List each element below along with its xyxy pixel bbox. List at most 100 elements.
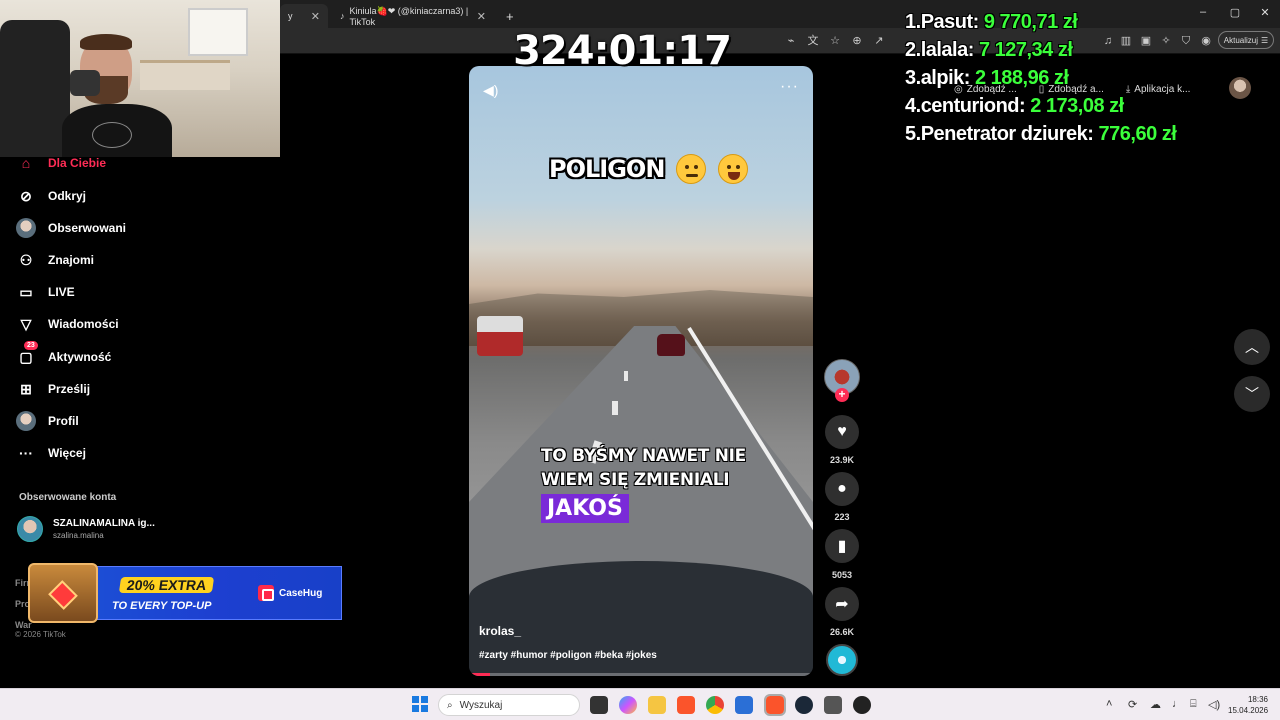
donation-leaderboard: 1.Pasut: 9 770,71 zł 2.lalala: 7 127,34 … (905, 8, 1275, 148)
donation-amount: 9 770,71 zł (983, 11, 1078, 33)
share-button[interactable]: ➦ (825, 587, 859, 621)
sidebar-item-following[interactable]: Obserwowani (16, 215, 126, 241)
store-icon[interactable] (735, 696, 753, 714)
ad-brand: CaseHug (258, 585, 322, 601)
share-icon[interactable]: ↗ (871, 33, 887, 49)
send-icon: ▽ (20, 315, 32, 332)
chevron-down-icon: ﹀ (1245, 386, 1259, 402)
translate-icon[interactable]: 文 (805, 33, 821, 49)
account-username: szalina.malina (53, 531, 104, 540)
avatar-icon (16, 218, 36, 238)
steam-icon[interactable] (795, 696, 813, 714)
webcam-overlay (0, 0, 280, 157)
screen: y ✕ ♪ Kiniula🍓❤ (@kiniaczarna3) | TikTok… (0, 0, 1280, 720)
chevron-up-icon: ︿ (1245, 339, 1259, 355)
chrome-icon[interactable] (706, 696, 724, 714)
video-hashtags[interactable]: #zarty #humor #poligon #beka #jokes (479, 650, 657, 661)
sidebar-item-explore[interactable]: ⊘ Odkryj (16, 183, 86, 209)
task-view-icon[interactable] (590, 696, 608, 714)
browser-tab-active[interactable]: y ✕ (280, 4, 328, 28)
tray-chevron-icon[interactable]: ˄ (1106, 698, 1112, 710)
treasure-chest-icon (28, 563, 98, 623)
video-author[interactable]: krolas_ (479, 624, 521, 638)
sidebar-item-upload[interactable]: ⊞ Prześlij (16, 376, 90, 402)
laughing-face-icon (718, 154, 749, 184)
tab-title: y (288, 11, 293, 21)
obs-icon[interactable] (853, 696, 871, 714)
video-car (657, 334, 685, 356)
video-player[interactable]: ◀) ··· POLIGON TO BYŚMY NAWET NIE WIEM S… (469, 66, 813, 676)
reader-mode-icon[interactable]: ⌁ (783, 33, 799, 49)
ad-headline: 20% EXTRA (118, 577, 215, 593)
caption-line: WIEM SIĘ ZMIENIALI (541, 470, 730, 490)
tray-sync-icon[interactable]: ⟳ (1128, 698, 1137, 711)
music-disc-icon[interactable] (826, 644, 858, 676)
calculator-icon[interactable] (824, 696, 842, 714)
close-tab-icon[interactable]: ✕ (311, 10, 320, 23)
sidebar-item-live[interactable]: ▭ LIVE (16, 279, 74, 305)
tab-title: Kiniula🍓❤ (@kiniaczarna3) | TikTok (349, 5, 469, 27)
ad-banner[interactable]: 20% EXTRA TO EVERY TOP-UP CaseHug (28, 563, 342, 623)
microphone-icon (70, 70, 100, 96)
donor-name: alpik: (920, 67, 971, 89)
video-progress-fill (469, 673, 490, 676)
tray-mic-icon[interactable]: ♩ (1172, 698, 1183, 710)
new-tab-button[interactable]: + (498, 4, 522, 28)
leaderboard-row: 1.Pasut: 9 770,71 zł (905, 8, 1275, 36)
donor-name: Penetrator dziurek: (920, 123, 1094, 145)
video-progress-bar[interactable] (469, 673, 813, 676)
browser-tab-tiktok[interactable]: ♪ Kiniula🍓❤ (@kiniaczarna3) | TikTok ✕ (332, 4, 494, 28)
tray-cloud-icon[interactable]: ☁ (1150, 698, 1161, 711)
like-button[interactable]: ♥ (825, 415, 859, 449)
taskbar-search[interactable]: ⌕ Wyszukaj (438, 694, 580, 716)
tray-network-icon[interactable]: ⌸ (1190, 698, 1197, 711)
following-accounts-title: Obserwowane konta (19, 492, 117, 503)
follow-plus-icon[interactable]: + (835, 388, 849, 402)
volume-icon[interactable]: ◀) (483, 82, 498, 99)
windows-start-icon[interactable] (412, 696, 428, 712)
rank: 4. (905, 95, 921, 117)
live-tv-icon: ▭ (19, 283, 33, 300)
caption-line: TO BYŚMY NAWET NIE (541, 446, 746, 466)
video-title-overlay: POLIGON (549, 154, 749, 184)
next-video-button[interactable]: ﹀ (1234, 376, 1270, 412)
close-tab-icon[interactable]: ✕ (477, 10, 486, 23)
zoom-icon[interactable]: ⊕ (849, 33, 865, 49)
sidebar-item-label: Profil (48, 414, 79, 428)
previous-video-button[interactable]: ︿ (1234, 329, 1270, 365)
activity-badge: 23 (24, 341, 38, 350)
comment-button[interactable]: ● (825, 472, 859, 506)
sidebar-item-activity[interactable]: ▢ 23 Aktywność (16, 341, 111, 370)
donor-name: Pasut: (920, 11, 980, 33)
video-truck (477, 316, 523, 356)
subathon-timer: 324:01:17 (513, 28, 732, 74)
rank: 5. (905, 123, 921, 145)
sidebar-item-messages[interactable]: ▽ Wiadomości (16, 311, 119, 337)
casehug-logo-icon (258, 585, 274, 601)
copilot-icon[interactable] (619, 696, 637, 714)
leaderboard-row: 3.alpik: 2 188,96 zł (905, 64, 1275, 92)
save-button[interactable]: ▮ (825, 529, 859, 563)
sidebar-item-friends[interactable]: ⚇ Znajomi (16, 247, 94, 273)
rank: 2. (905, 39, 921, 61)
compass-icon: ⊘ (20, 187, 32, 204)
clock-time: 18:36 (1247, 695, 1268, 704)
bookmark-icon: ▮ (837, 538, 847, 555)
video-caption: TO BYŚMY NAWET NIE WIEM SIĘ ZMIENIALI JA… (541, 444, 746, 523)
sidebar-item-more[interactable]: ··· Więcej (16, 440, 86, 466)
sidebar-item-label: Wiadomości (48, 317, 119, 331)
brave-active-icon[interactable] (764, 694, 786, 716)
following-account-item[interactable]: SZALINAMALINA ig... szalina.malina (17, 516, 155, 542)
file-explorer-icon[interactable] (648, 696, 666, 714)
sidebar-item-profile[interactable]: Profil (16, 408, 79, 434)
donation-amount: 776,60 zł (1098, 123, 1177, 145)
more-dots-icon: ··· (19, 445, 33, 461)
star-icon[interactable]: ☆ (827, 33, 843, 49)
donation-amount: 7 127,34 zł (978, 39, 1073, 61)
tray-volume-icon[interactable]: ◁) (1208, 698, 1220, 711)
brave-browser-icon[interactable] (677, 696, 695, 714)
ad-brand-label: CaseHug (279, 587, 323, 599)
donor-name: centuriond: (920, 95, 1026, 117)
taskbar-clock[interactable]: 18:36 15.04.2026 (1228, 694, 1268, 716)
more-options-icon[interactable]: ··· (780, 78, 799, 96)
